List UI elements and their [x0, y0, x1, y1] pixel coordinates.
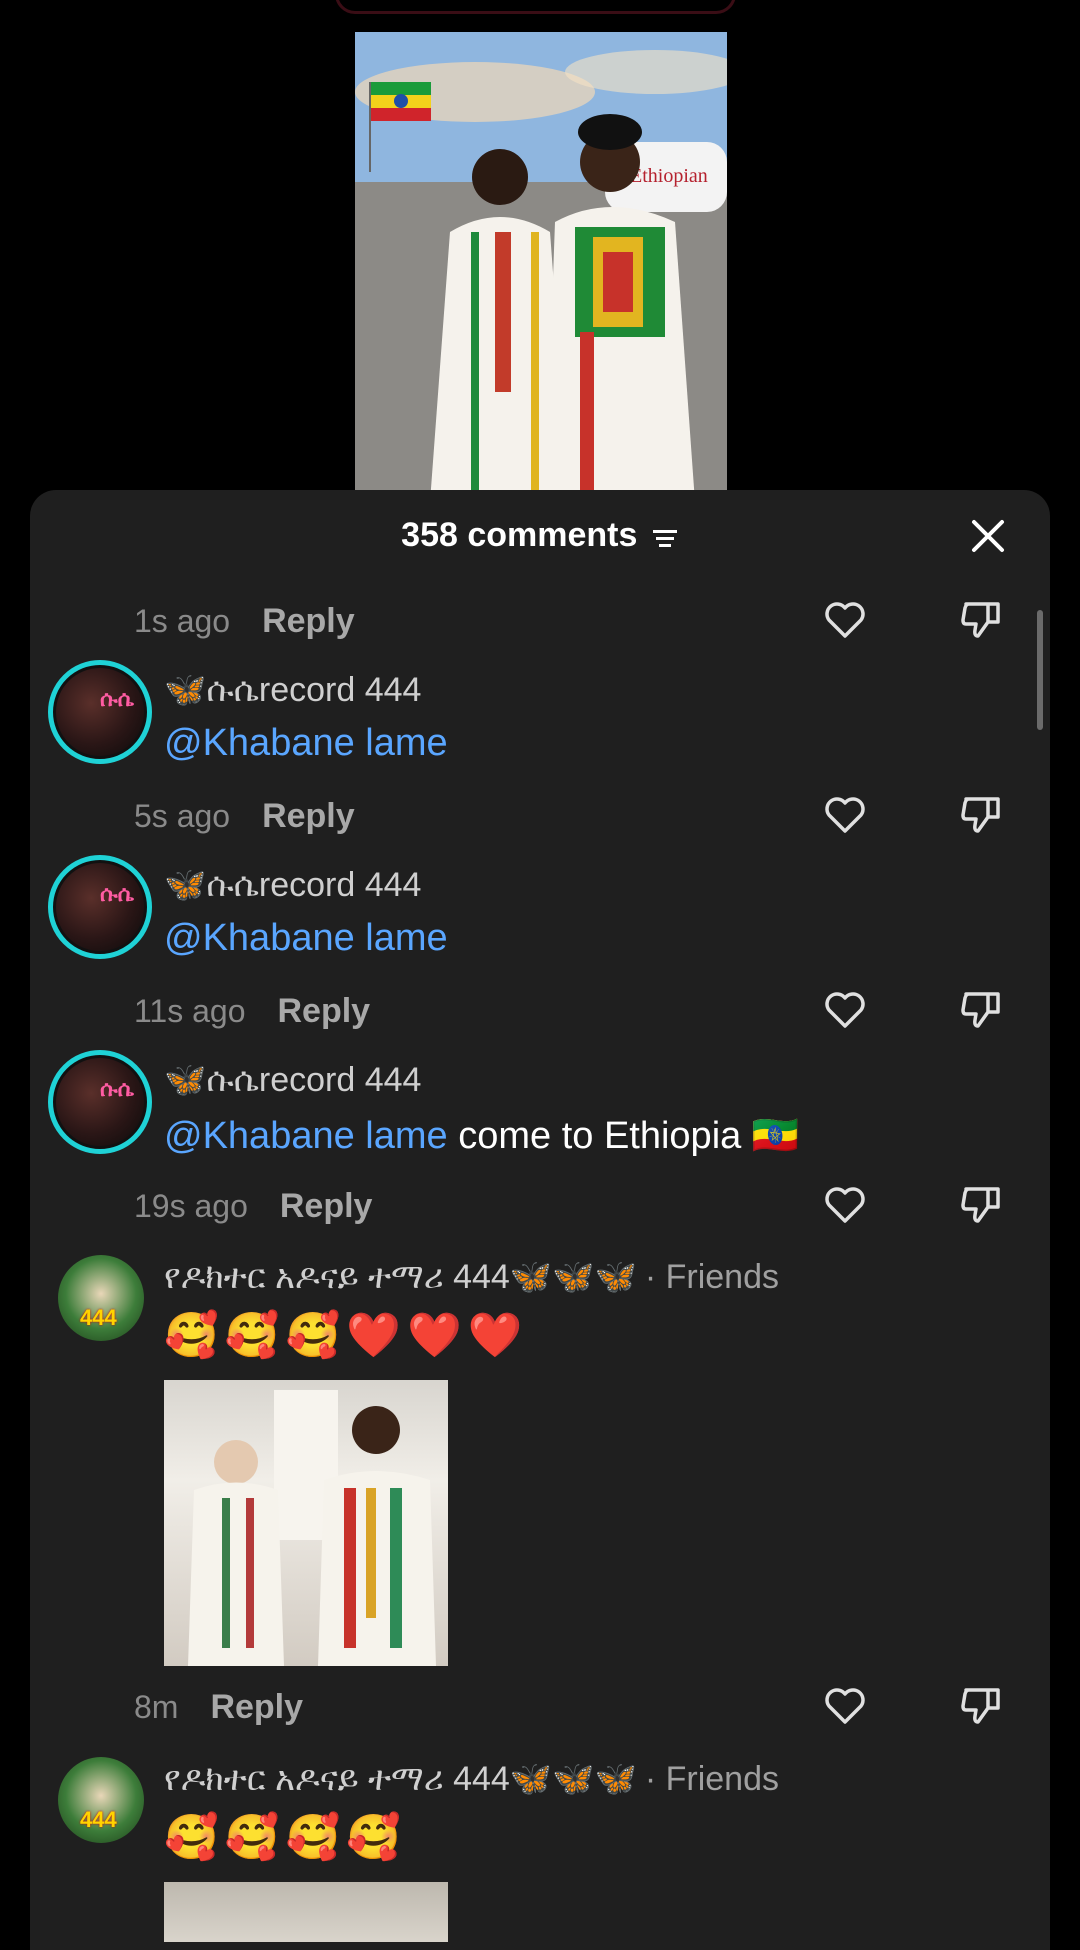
- attached-image-illustration: [188, 1390, 436, 1666]
- comment-timestamp: 8m: [134, 1688, 179, 1725]
- comment-username[interactable]: 🦋ሱሴrecord 444: [164, 865, 421, 905]
- comment-text: @Khabane lame: [164, 917, 448, 960]
- dislike-icon[interactable]: [960, 1686, 1002, 1726]
- comment-username[interactable]: የዶክተር አዶናይ ተማሪ 444🦋🦋🦋: [164, 1257, 637, 1297]
- comment-emojis: 🥰🥰🥰❤️❤️❤️: [164, 1311, 529, 1360]
- like-heart-icon[interactable]: [824, 990, 866, 1030]
- reply-button[interactable]: Reply: [262, 602, 355, 641]
- comment-text: @Khabane lame come to Ethiopia 🇪🇹: [164, 1114, 799, 1158]
- friends-label: · Friends: [644, 1257, 779, 1296]
- comment-meta-row: 11s ago Reply: [134, 986, 1000, 1036]
- comment-body: come to Ethiopia 🇪🇹: [447, 1115, 800, 1157]
- comment-timestamp: 19s ago: [134, 1187, 248, 1224]
- comment-emojis: 🥰🥰🥰🥰: [164, 1813, 408, 1862]
- reply-button[interactable]: Reply: [262, 797, 355, 836]
- like-heart-icon[interactable]: [824, 1686, 866, 1726]
- comments-count: 358 comments: [401, 516, 638, 554]
- avatar[interactable]: ሱሴ: [48, 1050, 152, 1154]
- comment-meta-row: 5s ago Reply: [134, 791, 1000, 841]
- comment-timestamp: 1s ago: [134, 602, 231, 639]
- attached-image[interactable]: [164, 1882, 448, 1942]
- comment-timestamp: 11s ago: [134, 992, 246, 1029]
- dislike-icon[interactable]: [960, 600, 1002, 640]
- avatar-label: ሱሴ: [99, 881, 134, 906]
- close-icon: [972, 520, 1004, 552]
- dislike-icon[interactable]: [960, 1185, 1002, 1225]
- scrollbar[interactable]: [1037, 610, 1043, 730]
- comment-username[interactable]: 🦋ሱሴrecord 444: [164, 670, 421, 710]
- avatar[interactable]: 444: [58, 1757, 144, 1843]
- filter-icon[interactable]: [652, 518, 679, 557]
- comment-meta-row: 19s ago Reply: [134, 1181, 1000, 1231]
- avatar[interactable]: 444: [58, 1255, 144, 1341]
- reply-button[interactable]: Reply: [280, 1187, 373, 1226]
- attached-image[interactable]: [164, 1380, 448, 1666]
- avatar-badge: 444: [80, 1807, 117, 1832]
- comment-meta-row: 8m Reply: [134, 1682, 1000, 1732]
- video-scene-illustration: Ethiopian: [355, 32, 727, 502]
- comments-header: 358 comments: [30, 516, 1050, 557]
- plane-livery-text: Ethiopian: [630, 165, 708, 187]
- reply-button[interactable]: Reply: [210, 1688, 303, 1727]
- avatar[interactable]: ሱሴ: [48, 855, 152, 959]
- avatar-badge: 444: [80, 1305, 117, 1330]
- comment-username[interactable]: የዶክተር አዶናይ ተማሪ 444🦋🦋🦋: [164, 1759, 637, 1799]
- dislike-icon[interactable]: [960, 795, 1002, 835]
- top-search-pill[interactable]: [335, 0, 736, 14]
- like-heart-icon[interactable]: [824, 1185, 866, 1225]
- comment-meta-row: 1s ago Reply: [134, 596, 1000, 646]
- mention-link[interactable]: @Khabane lame: [164, 1115, 448, 1157]
- comment-username-row: የዶክተር አዶናይ ተማሪ 444🦋🦋🦋 · Friends: [164, 1759, 779, 1799]
- reply-button[interactable]: Reply: [278, 992, 371, 1031]
- avatar-label: ሱሴ: [99, 1076, 134, 1101]
- mention-link[interactable]: @Khabane lame: [164, 917, 448, 959]
- avatar[interactable]: ሱሴ: [48, 660, 152, 764]
- video-thumbnail[interactable]: Ethiopian: [355, 32, 727, 502]
- close-button[interactable]: [966, 514, 1010, 558]
- like-heart-icon[interactable]: [824, 795, 866, 835]
- comment-username-row: የዶክተር አዶናይ ተማሪ 444🦋🦋🦋 · Friends: [164, 1257, 779, 1297]
- mention-link[interactable]: @Khabane lame: [164, 722, 448, 764]
- friends-label: · Friends: [644, 1759, 779, 1798]
- comment-timestamp: 5s ago: [134, 797, 231, 834]
- like-heart-icon[interactable]: [824, 600, 866, 640]
- comment-text: @Khabane lame: [164, 722, 448, 765]
- avatar-label: ሱሴ: [99, 686, 134, 711]
- comment-username[interactable]: 🦋ሱሴrecord 444: [164, 1060, 421, 1100]
- dislike-icon[interactable]: [960, 990, 1002, 1030]
